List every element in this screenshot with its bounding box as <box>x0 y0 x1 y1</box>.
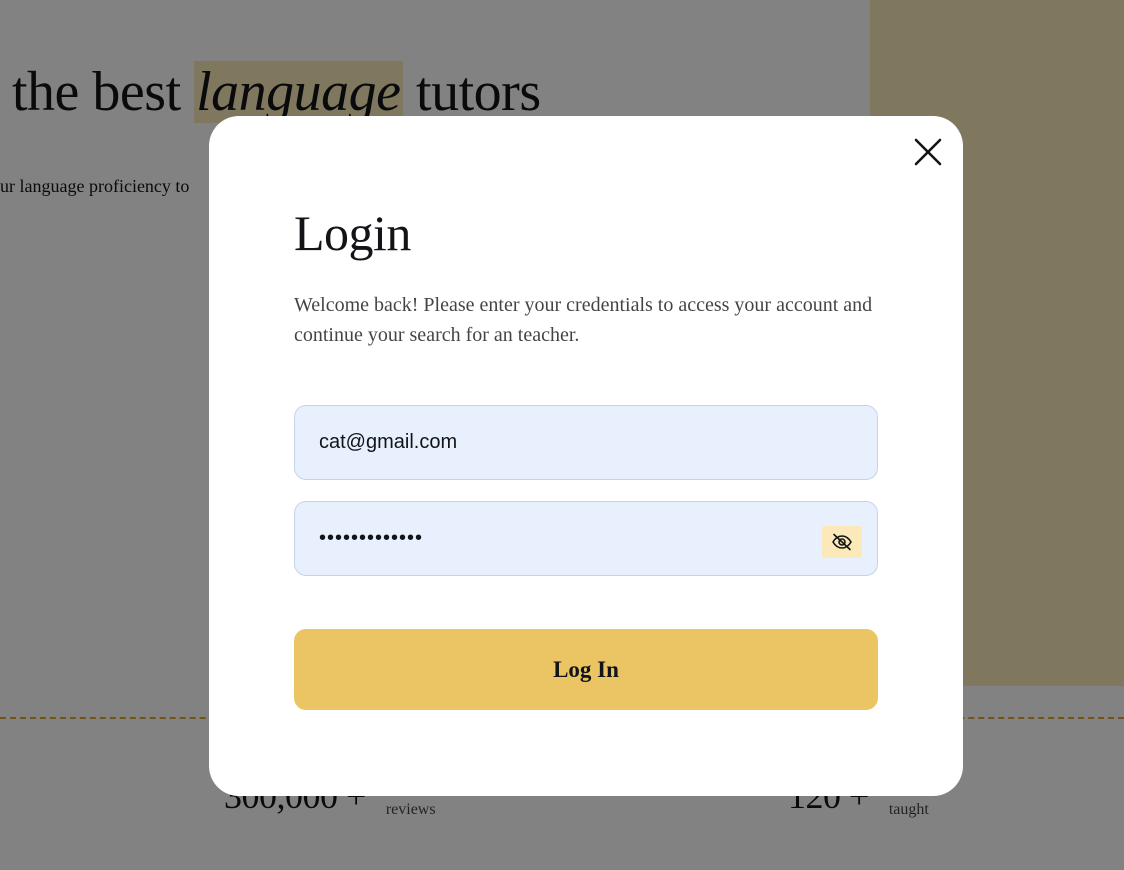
eye-off-icon <box>832 533 852 551</box>
login-button[interactable]: Log In <box>294 629 878 710</box>
password-field[interactable] <box>295 502 877 575</box>
close-button[interactable] <box>912 136 944 168</box>
close-icon <box>914 138 942 166</box>
login-modal: Login Welcome back! Please enter your cr… <box>209 116 963 796</box>
modal-title: Login <box>294 205 411 261</box>
email-field-wrapper <box>294 405 878 480</box>
password-field-wrapper <box>294 501 878 576</box>
modal-description: Welcome back! Please enter your credenti… <box>294 294 873 346</box>
toggle-password-visibility-button[interactable] <box>822 526 862 558</box>
email-field[interactable] <box>295 406 877 479</box>
